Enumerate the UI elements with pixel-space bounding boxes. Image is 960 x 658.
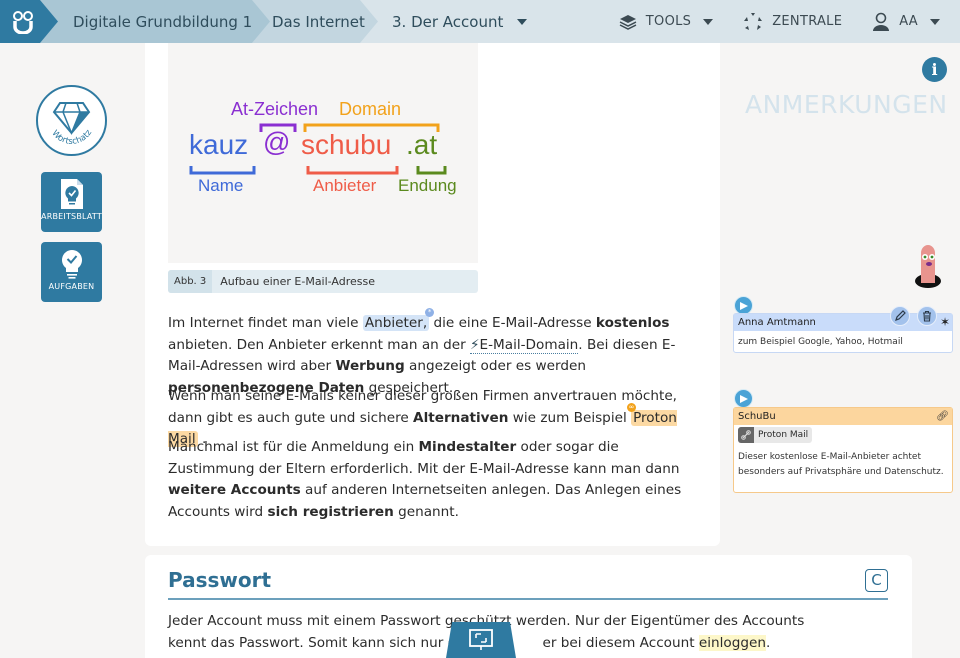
tld-bracket (416, 166, 447, 175)
presentation-icon (469, 629, 493, 650)
annotation-note[interactable]: SchuBu 🔗︎ Proton Mail Dieser kostenlose … (733, 407, 953, 493)
note-text: zum Beispiel Google, Yahoo, Hotmail (738, 337, 903, 347)
name-part: kauz (189, 129, 249, 160)
zentrale-link[interactable]: ZENTRALE (743, 12, 842, 32)
highlight-anbieter[interactable]: Anbieter, * (362, 308, 435, 331)
star-icon[interactable]: ✶ (940, 314, 950, 331)
diamond-icon: Wortschatz (49, 102, 94, 147)
aufgaben-label: AUFGABEN (48, 282, 95, 291)
owl-logo-icon (13, 10, 33, 34)
title-underline (168, 598, 888, 600)
email-address-figure[interactable]: At-Zeichen Domain kauz @ schubu .at Name… (168, 43, 478, 263)
tld-part: .at (406, 129, 438, 160)
figure-caption: Abb. 3 Aufbau einer E-Mail-Adresse (168, 270, 478, 293)
link-marker-icon: ∞ (627, 402, 637, 412)
paragraph-3: Manchmal ist für die Anmeldung ein Minde… (168, 439, 682, 520)
chevron-down-icon (703, 18, 714, 25)
passwort-section: Passwort C Jeder Account muss mit einem … (145, 555, 912, 658)
goto-annotation-button[interactable] (734, 389, 753, 408)
wortschatz-button[interactable]: Wortschatz (36, 85, 107, 156)
user-menu[interactable]: AA (872, 12, 940, 32)
provider-part: schubu (301, 129, 392, 160)
endung-label: Endung (398, 176, 457, 195)
zentrale-label: ZENTRALE (772, 14, 843, 29)
tools-label: TOOLS (645, 14, 692, 29)
edit-button[interactable] (890, 306, 910, 326)
link-icon: 🔗︎ (936, 411, 949, 422)
trash-icon (923, 310, 931, 322)
aufgaben-button[interactable]: AUFGABEN (41, 242, 102, 302)
caption-number: Abb. 3 (168, 270, 213, 293)
delete-button[interactable] (917, 306, 937, 326)
annotation-note[interactable]: Anna Amtmann ✶ zum Beispiel Google, Yaho… (733, 306, 953, 353)
note-text: Dieser kostenlose E-Mail-Anbieter achtet… (738, 452, 944, 477)
arbeitsblatt-label: ARBEITSBLATT (41, 212, 102, 221)
note-author: SchuBu (738, 411, 776, 422)
pencil-icon (895, 310, 906, 321)
layers-icon (619, 14, 637, 30)
worksheet-bulb-icon (60, 179, 83, 209)
section-title: Passwort (168, 568, 272, 592)
highlight-einloggen[interactable]: einloggen (698, 635, 766, 651)
glossary-link-email-domain[interactable]: ⚡E-Mail-Domain (469, 336, 579, 354)
annotations-title: ANMERKUNGEN (745, 90, 948, 119)
link-chip-proton-mail[interactable]: Proton Mail (738, 427, 813, 443)
level-badge[interactable]: C (865, 569, 888, 592)
breadcrumb-label: Digitale Grundbildung 1 (73, 12, 253, 31)
info-icon[interactable]: i (922, 57, 947, 82)
name-label: Name (198, 176, 244, 195)
caption-text: Aufbau einer E-Mail-Adresse (220, 275, 375, 288)
link-icon (738, 427, 754, 443)
at-sign: @ (263, 127, 291, 157)
chevron-down-icon (517, 18, 528, 25)
breadcrumb-label: 3. Der Account (392, 12, 504, 31)
content-card: At-Zeichen Domain kauz @ schubu .at Name… (145, 43, 720, 546)
name-bracket (189, 166, 256, 175)
presentation-mode-button[interactable] (446, 622, 516, 658)
at-zeichen-label: At-Zeichen (231, 99, 319, 119)
domain-label: Domain (339, 99, 402, 119)
user-initials: AA (899, 14, 918, 29)
note-author: Anna Amtmann (738, 317, 816, 328)
top-bar: 3. Der Account Das Internet Digitale Gru… (0, 0, 960, 43)
arbeitsblatt-button[interactable]: ARBEITSBLATT (41, 172, 102, 232)
lightbulb-check-icon (61, 250, 82, 279)
tools-menu[interactable]: TOOLS (619, 13, 714, 31)
anbieter-label: Anbieter (313, 176, 377, 195)
chevron-down-icon (930, 18, 940, 25)
breadcrumb-label: Das Internet (272, 12, 365, 31)
zentrale-icon (744, 12, 763, 30)
user-icon (873, 12, 890, 31)
provider-bracket (306, 166, 399, 175)
worm-mascot-icon[interactable] (913, 243, 943, 289)
lightning-icon: ⚡ (469, 336, 480, 353)
